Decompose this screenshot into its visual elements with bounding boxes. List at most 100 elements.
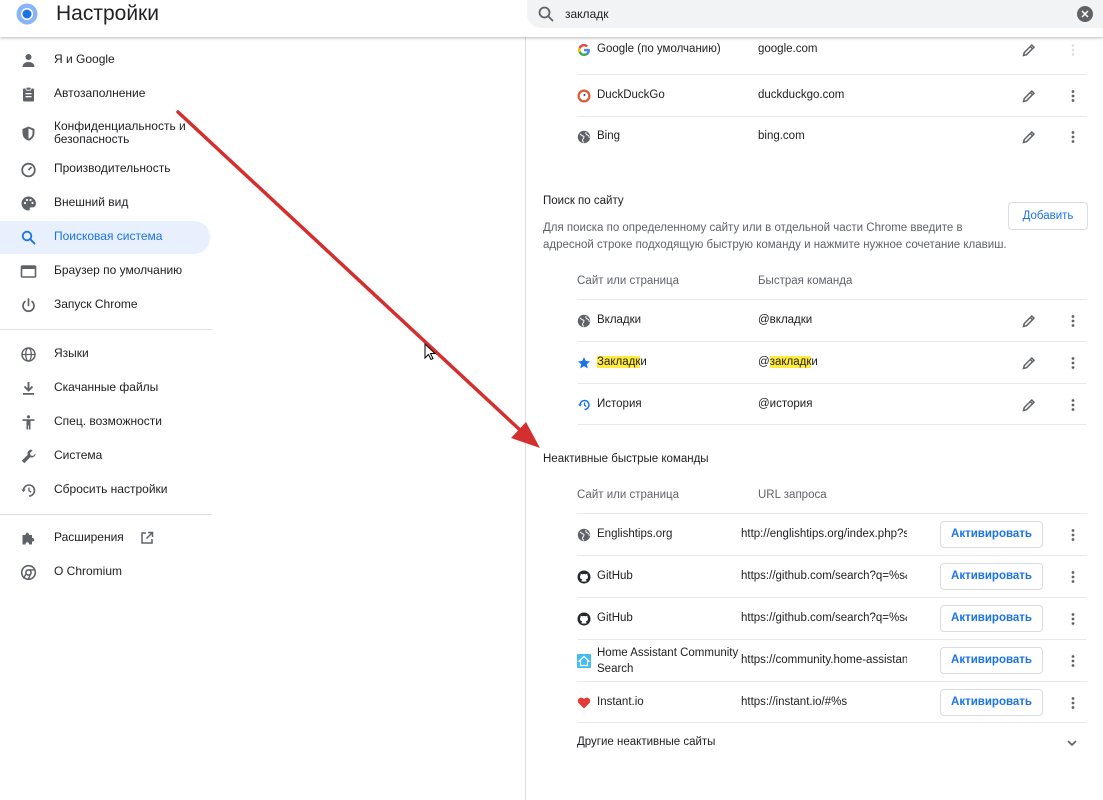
sidebar-item-label: Расширения xyxy=(54,530,124,544)
site-search-row: Закладки @закладки xyxy=(577,341,1087,383)
chromium-logo-icon xyxy=(16,3,38,25)
other-inactive-sites-expander[interactable]: Другие неактивные сайты xyxy=(577,723,1087,763)
globe-icon xyxy=(21,347,36,362)
duckduckgo-icon xyxy=(577,89,591,103)
sidebar-item-label: Языки xyxy=(54,346,89,360)
search-engine-keyword: bing.com xyxy=(758,130,805,142)
inactive-shortcut-name: Englishtips.org xyxy=(597,528,673,540)
search-engine-name: DuckDuckGo xyxy=(597,89,665,101)
sidebar-item-performance[interactable]: Производительность xyxy=(0,153,210,186)
search-engine-row: DuckDuckGo duckduckgo.com xyxy=(577,74,1087,116)
edit-pencil-icon[interactable] xyxy=(1021,42,1037,58)
inactive-shortcut-url: https://github.com/search?q=%s& xyxy=(741,570,907,582)
search-engine-keyword: duckduckgo.com xyxy=(758,89,845,101)
clear-search-button[interactable] xyxy=(1077,6,1093,22)
activate-button[interactable]: Активировать xyxy=(940,605,1043,632)
site-search-shortcut: @история xyxy=(758,398,813,410)
site-search-description: Для поиска по определенному сайту или в … xyxy=(543,222,1007,251)
inactive-shortcut-name: GitHub xyxy=(597,570,633,582)
sidebar-item-reset[interactable]: Сбросить настройки xyxy=(0,474,210,507)
sidebar-item-label: Автозаполнение xyxy=(54,86,146,100)
sidebar-item-label: Конфиденциальность и безопасность xyxy=(54,119,186,146)
sidebar-item-you-and-google[interactable]: Я и Google xyxy=(0,44,210,77)
more-vert-icon[interactable] xyxy=(1065,695,1081,711)
edit-pencil-icon[interactable] xyxy=(1021,88,1037,104)
search-engine-row: Bing bing.com xyxy=(577,116,1087,158)
globe-icon xyxy=(577,130,591,144)
sidebar-item-default-browser[interactable]: Браузер по умолчанию xyxy=(0,255,210,288)
sidebar-divider xyxy=(0,514,212,515)
more-vert-icon[interactable] xyxy=(1065,88,1081,104)
inactive-shortcut-url: https://community.home-assistan xyxy=(741,654,907,666)
sidebar-item-languages[interactable]: Языки xyxy=(0,338,210,371)
search-engine-name: Google (по умолчанию) xyxy=(597,43,721,55)
search-input[interactable]: закладк xyxy=(565,7,609,21)
site-search-name: История xyxy=(597,398,642,410)
site-search-name: Закладки xyxy=(597,356,647,368)
sidebar-item-autofill[interactable]: Автозаполнение xyxy=(0,78,210,111)
inactive-shortcut-name: Home Assistant Community Search xyxy=(597,645,738,677)
clipboard-icon xyxy=(23,86,34,102)
history-icon xyxy=(578,399,590,411)
column-header-site: Сайт или страница xyxy=(577,275,680,287)
search-box[interactable]: закладк xyxy=(527,0,1103,28)
speedometer-icon xyxy=(21,162,36,178)
sidebar-divider xyxy=(0,329,212,330)
more-vert-icon[interactable] xyxy=(1065,129,1081,145)
activate-button[interactable]: Активировать xyxy=(940,647,1043,674)
edit-pencil-icon[interactable] xyxy=(1021,397,1037,413)
add-site-search-button[interactable]: Добавить xyxy=(1008,202,1088,230)
mouse-cursor-icon xyxy=(424,343,436,361)
sidebar-item-search-engine[interactable]: Поисковая система xyxy=(0,221,210,254)
edit-pencil-icon[interactable] xyxy=(1021,129,1037,145)
google-icon xyxy=(578,44,590,56)
sidebar-item-privacy[interactable]: Конфиденциальность и безопасность xyxy=(0,117,210,153)
edit-pencil-icon[interactable] xyxy=(1021,355,1037,371)
activate-button[interactable]: Активировать xyxy=(940,689,1043,716)
heart-icon xyxy=(577,697,591,709)
sidebar-item-label: О Chromium xyxy=(54,564,123,578)
more-vert-icon[interactable] xyxy=(1065,611,1081,627)
shield-icon xyxy=(22,126,35,141)
sidebar-item-label: Система xyxy=(54,448,103,462)
search-highlight: закладк xyxy=(769,356,812,368)
sidebar-item-label: Я и Google xyxy=(54,52,115,66)
download-icon xyxy=(23,382,34,395)
star-icon xyxy=(578,357,590,369)
sidebar-item-appearance[interactable]: Внешний вид xyxy=(0,187,210,220)
edit-pencil-icon[interactable] xyxy=(1021,313,1037,329)
inactive-shortcut-row: GitHub https://github.com/search?q=%s& А… xyxy=(577,555,1087,597)
sidebar: Я и Google Автозаполнение Конфиденциальн… xyxy=(0,37,212,800)
column-header-url: URL запроса xyxy=(758,489,827,501)
search-engine-keyword: google.com xyxy=(758,43,818,55)
inactive-shortcut-url: https://instant.io/#%s xyxy=(741,696,848,708)
inactive-shortcut-row: Englishtips.org http://englishtips.org/i… xyxy=(577,513,1087,555)
activate-button[interactable]: Активировать xyxy=(940,563,1043,590)
more-vert-icon xyxy=(1071,44,1075,56)
search-highlight: Закладк xyxy=(597,356,641,368)
sidebar-item-accessibility[interactable]: Спец. возможности xyxy=(0,406,210,439)
inactive-shortcut-row: Instant.io https://instant.io/#%s Активи… xyxy=(577,681,1087,723)
more-vert-icon[interactable] xyxy=(1065,355,1081,371)
more-vert-icon[interactable] xyxy=(1065,397,1081,413)
sidebar-item-system[interactable]: Система xyxy=(0,440,210,473)
more-vert-icon[interactable] xyxy=(1065,527,1081,543)
history-icon xyxy=(21,484,36,497)
sidebar-item-downloads[interactable]: Скачанные файлы xyxy=(0,372,210,405)
sidebar-item-about[interactable]: О Chromium xyxy=(0,556,210,589)
power-icon xyxy=(22,298,35,313)
activate-button[interactable]: Активировать xyxy=(940,521,1043,548)
other-inactive-sites-label: Другие неактивные сайты xyxy=(577,736,716,748)
more-vert-icon[interactable] xyxy=(1065,569,1081,585)
more-vert-icon[interactable] xyxy=(1065,653,1081,669)
more-vert-icon[interactable] xyxy=(1065,313,1081,329)
site-search-shortcut: @закладки xyxy=(758,356,818,368)
site-search-name: Вкладки xyxy=(597,314,642,326)
person-icon xyxy=(22,54,35,67)
sidebar-item-on-startup[interactable]: Запуск Chrome xyxy=(0,289,210,322)
sidebar-item-label: Внешний вид xyxy=(54,195,129,209)
site-search-name-rest: и xyxy=(640,356,647,368)
search-engine-row: Google (по умолчанию) google.com xyxy=(577,34,1087,74)
sidebar-item-extensions[interactable]: Расширения xyxy=(0,522,210,555)
browser-window-icon xyxy=(20,265,37,278)
